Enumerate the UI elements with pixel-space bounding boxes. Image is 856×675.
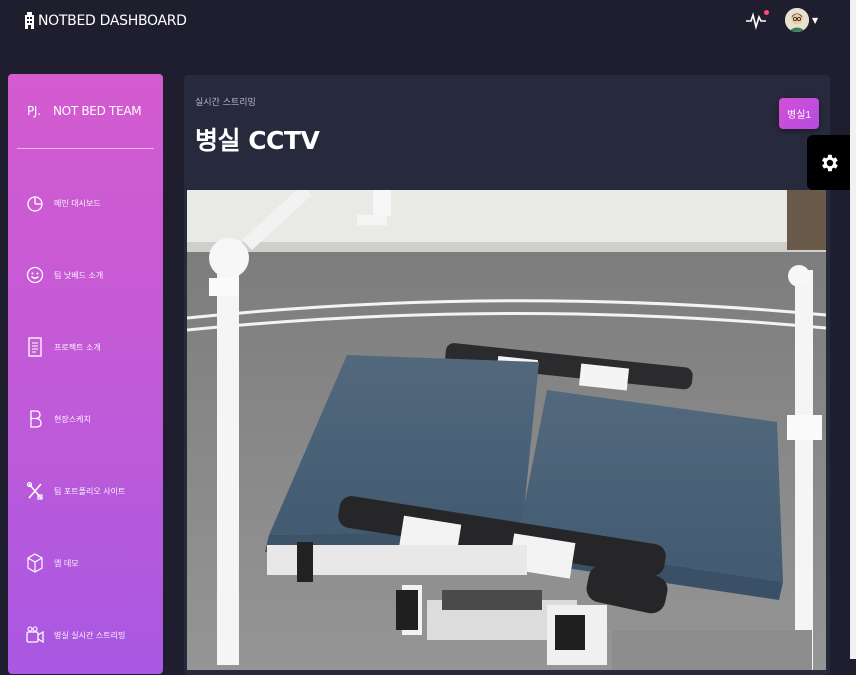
smile-icon: [24, 264, 46, 286]
sidebar-item-main-dashboard[interactable]: 메인 대시보드: [8, 167, 163, 239]
chevron-down-icon[interactable]: ▼: [812, 16, 818, 25]
building-icon: [25, 12, 34, 29]
gear-icon: [821, 154, 838, 171]
document-icon: [24, 336, 46, 358]
sidebar-item-room-streaming[interactable]: 병실 실시간 스트리밍: [8, 599, 163, 671]
card-subtitle: 실시간 스트리밍: [195, 98, 256, 108]
brand-title: NOTBED DASHBOARD: [38, 12, 187, 29]
sidebar-header[interactable]: PJ. NOT BED TEAM: [8, 74, 163, 148]
cctv-card: 실시간 스트리밍 병실 CCTV 병실1: [184, 75, 830, 675]
camera-icon: [24, 624, 46, 646]
team-name: NOT BED TEAM: [53, 104, 142, 118]
chart-pie-icon: [24, 192, 46, 214]
sidebar-item-label: 병실 실시간 스트리밍: [54, 630, 126, 640]
sidebar-item-portfolio[interactable]: 팀 포트폴리오 사이트: [8, 455, 163, 527]
sidebar-item-label: 현장스케치: [54, 414, 91, 424]
team-prefix: PJ.: [27, 104, 41, 118]
tools-icon: [24, 480, 46, 502]
card-title: 병실 CCTV: [195, 126, 320, 155]
brand[interactable]: NOTBED DASHBOARD: [24, 12, 187, 29]
sidebar: PJ. NOT BED TEAM 메인 대시보드 팀 낫베드 소개 프로젝트 소…: [8, 74, 163, 674]
activity-button[interactable]: [745, 9, 769, 31]
sidebar-item-app-demo[interactable]: 앱 데모: [8, 527, 163, 599]
bootstrap-b-icon: [24, 408, 46, 430]
sidebar-item-label: 프로젝트 소개: [54, 342, 101, 352]
box-icon: [24, 552, 46, 574]
sidebar-item-field-sketch[interactable]: 현장스케치: [8, 383, 163, 455]
sidebar-item-team-intro[interactable]: 팀 낫베드 소개: [8, 239, 163, 311]
sidebar-item-label: 앱 데모: [54, 558, 79, 568]
sidebar-item-label: 팀 포트폴리오 사이트: [54, 486, 126, 496]
window-scrollbar[interactable]: [850, 0, 856, 659]
hospital-bed-camera-frame: [187, 190, 826, 670]
cctv-stream-image: [187, 190, 826, 670]
avatar[interactable]: [785, 8, 809, 32]
sidebar-item-label: 메인 대시보드: [54, 198, 101, 208]
top-navbar: NOTBED DASHBOARD ▼: [0, 0, 850, 46]
user-avatar-icon: [785, 8, 809, 32]
settings-toggle[interactable]: [807, 135, 850, 190]
sidebar-item-project-intro[interactable]: 프로젝트 소개: [8, 311, 163, 383]
room-select-button[interactable]: 병실1: [779, 98, 819, 129]
sidebar-item-label: 팀 낫베드 소개: [54, 270, 104, 280]
notification-dot: [764, 10, 769, 15]
